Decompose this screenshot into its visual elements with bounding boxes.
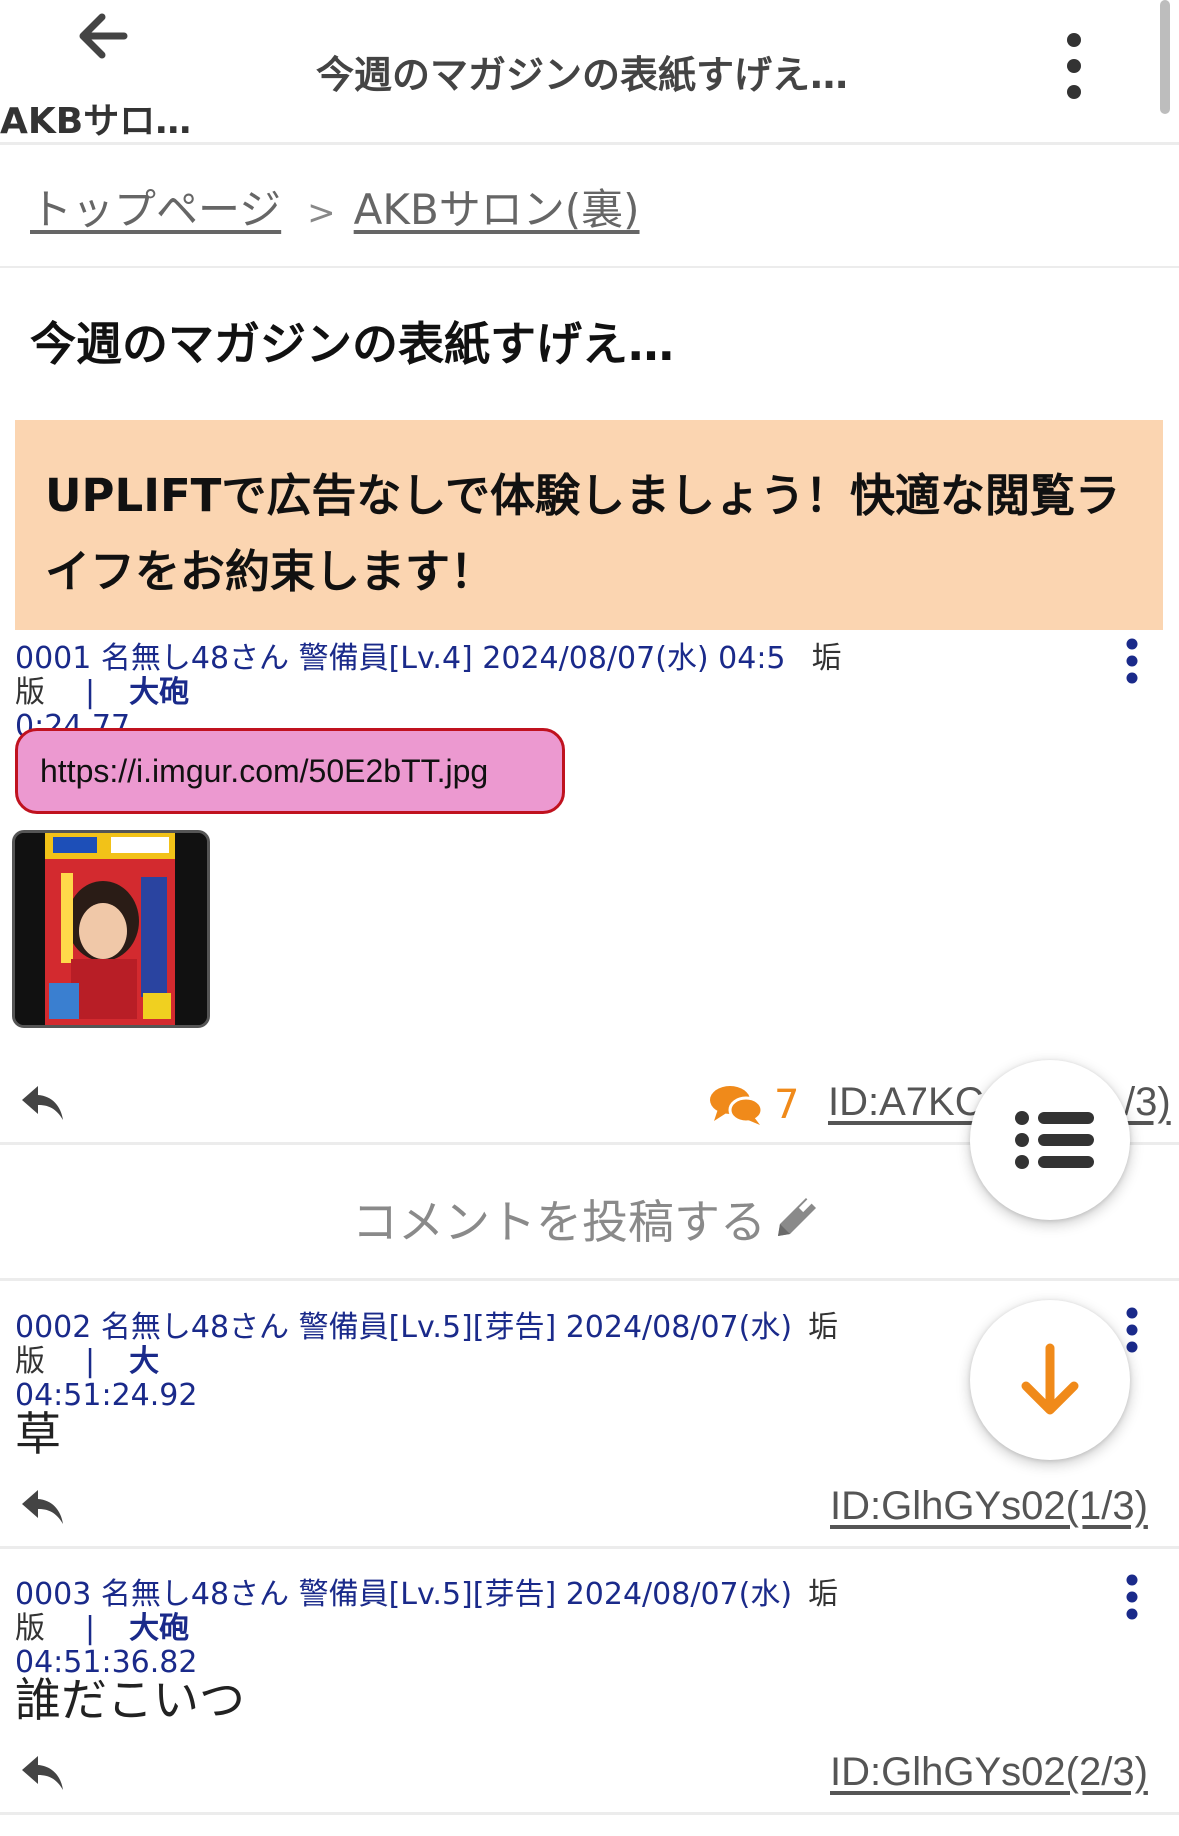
post-body: 草 — [15, 1407, 61, 1461]
scroll-down-button[interactable] — [970, 1300, 1130, 1460]
header-title: 今週のマガジンの表紙すげえ… — [316, 53, 849, 97]
breadcrumb: トップページ > AKBサロン(裏) — [30, 176, 640, 236]
post-meta-line: 0003 名無し48さん 警備員[Lv.5][芽告] 2024/08/07(水) — [15, 1577, 793, 1612]
more-menu-button[interactable] — [1054, 30, 1094, 102]
comment-count[interactable]: 7 — [708, 1080, 799, 1130]
thread-title: 今週のマガジンの表紙すげえ… — [30, 317, 674, 371]
post-comment-button[interactable]: コメントを投稿する — [352, 1186, 822, 1252]
post-meta-line: 0002 名無し48さん 警備員[Lv.5][芽告] 2024/08/07(水) — [15, 1310, 793, 1345]
divider — [0, 266, 1179, 268]
ad-banner[interactable]: UPLIFTで広告なしで体験しましょう！快適な閲覧ライフをお約束します！ — [15, 420, 1163, 630]
arrow-left-icon — [79, 13, 128, 59]
post-id[interactable]: ID:GlhGYs02(2/3) — [830, 1750, 1148, 1795]
separator-pipe: | — [85, 675, 96, 710]
separator-pipe: | — [85, 1611, 96, 1646]
post-comment-label: コメントを投稿する — [352, 1195, 766, 1249]
separator-pipe: | — [85, 1344, 96, 1379]
back-button[interactable]: AKBサロ… — [0, 0, 200, 142]
magazine-cover-image — [15, 833, 207, 1025]
back-label: AKBサロ… — [0, 101, 192, 142]
post-id-suffix[interactable]: /3) — [1124, 1080, 1171, 1125]
post-meta-line: 04:51:24.92 — [15, 1378, 198, 1413]
post-meta: 0002 名無し48さん 警備員[Lv.5][芽告] 2024/08/07(水)… — [15, 1311, 895, 1413]
chat-bubbles-icon — [710, 1086, 764, 1125]
post-body: 誰だこいつ — [15, 1673, 245, 1727]
cannon-link[interactable]: 大砲 — [129, 675, 189, 710]
pencil-icon — [778, 1197, 816, 1236]
image-link-url: https://i.imgur.com/50E2bTT.jpg — [40, 753, 489, 789]
post-thumbnail[interactable] — [12, 830, 210, 1028]
arrow-down-icon — [1021, 1343, 1079, 1415]
list-icon — [1015, 1111, 1094, 1169]
breadcrumb-separator: > — [307, 193, 336, 233]
reply-icon[interactable] — [18, 1750, 68, 1796]
cannon-link[interactable]: 大 — [129, 1344, 159, 1379]
breadcrumb-home-link[interactable]: トップページ — [30, 185, 281, 234]
comment-count-value: 7 — [774, 1082, 800, 1128]
post-id[interactable]: ID:GlhGYs02(1/3) — [830, 1484, 1148, 1529]
scrollbar[interactable] — [1160, 0, 1170, 114]
post-list-button[interactable] — [970, 1060, 1130, 1220]
divider — [0, 1812, 1179, 1815]
ad-text: UPLIFTで広告なしで体験しましょう！快適な閲覧ライフをお約束します！ — [45, 469, 1121, 598]
divider — [0, 1278, 1179, 1281]
image-link[interactable]: https://i.imgur.com/50E2bTT.jpg — [15, 728, 565, 814]
breadcrumb-board-link[interactable]: AKBサロン(裏) — [354, 185, 640, 234]
cannon-link[interactable]: 大砲 — [129, 1611, 189, 1646]
post-id[interactable]: ID:A7KC — [828, 1080, 984, 1125]
divider — [0, 1546, 1179, 1549]
reply-icon[interactable] — [18, 1484, 68, 1530]
app-header: AKBサロ… 今週のマガジンの表紙すげえ… — [0, 0, 1179, 145]
post-menu-button[interactable] — [1120, 636, 1144, 686]
post-meta-line: 0001 名無し48さん 警備員[Lv.4] 2024/08/07(水) 04:… — [15, 641, 786, 676]
post-menu-button[interactable] — [1120, 1572, 1144, 1622]
reply-icon[interactable] — [18, 1080, 68, 1126]
